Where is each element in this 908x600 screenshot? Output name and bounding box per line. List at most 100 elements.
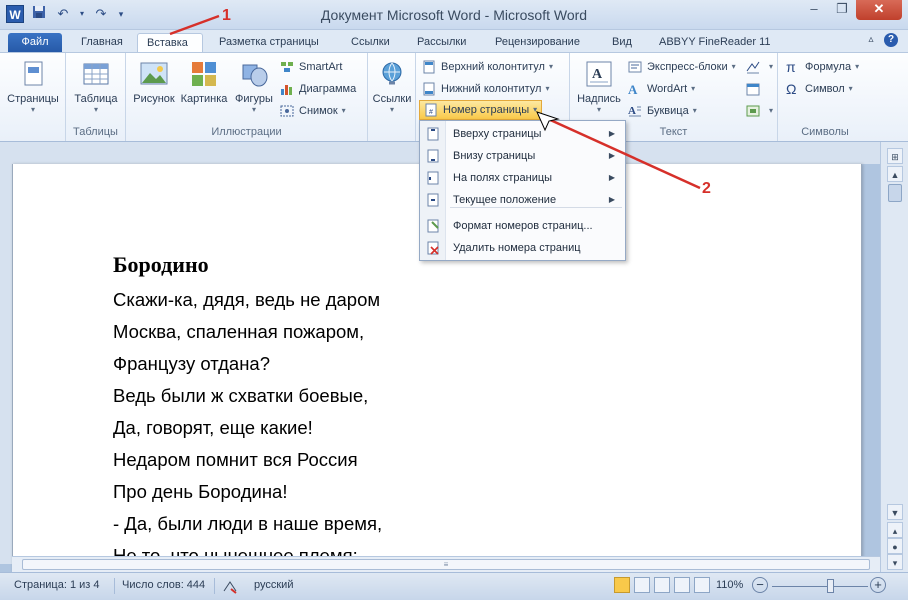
- svg-text:A: A: [628, 82, 638, 96]
- tab-review[interactable]: Рецензирование: [486, 33, 589, 52]
- outline-view-icon[interactable]: [674, 577, 690, 593]
- wordart-icon: A: [628, 82, 642, 97]
- menu-item-remove-page-numbers[interactable]: Удалить номера страниц: [420, 237, 625, 259]
- tab-mailings[interactable]: Рассылки: [408, 33, 475, 52]
- language-indicator[interactable]: русский: [254, 579, 293, 591]
- smartart-button[interactable]: SmartArt: [280, 57, 342, 77]
- quickparts-label: Экспресс-блоки: [647, 61, 728, 73]
- tab-file[interactable]: Файл: [8, 33, 62, 52]
- chevron-down-icon: ▾: [769, 106, 774, 115]
- menu-item-label: На полях страницы: [453, 172, 553, 184]
- pages-icon: [18, 59, 48, 89]
- word-count[interactable]: Число слов: 444: [122, 579, 205, 591]
- chart-label: Диаграмма: [299, 83, 357, 95]
- text-line: Ведь были ж схватки боевые,: [113, 385, 369, 406]
- horizontal-scroll-thumb[interactable]: ≡: [22, 559, 870, 570]
- globe-link-icon: [377, 59, 407, 89]
- chevron-down-icon: ▾: [533, 105, 538, 114]
- signature-line-button[interactable]: ▾: [746, 57, 773, 77]
- zoom-in-icon[interactable]: +: [870, 577, 886, 593]
- draft-view-icon[interactable]: [694, 577, 710, 593]
- minimize-ribbon-icon[interactable]: ▵: [864, 33, 878, 47]
- chevron-down-icon: ▾: [389, 105, 394, 114]
- close-button[interactable]: ✕: [856, 0, 902, 20]
- page-number-button[interactable]: # Номер страницы ▾: [419, 100, 543, 120]
- menu-item-format-page-numbers[interactable]: Формат номеров страниц...: [420, 215, 625, 237]
- picture-button[interactable]: Рисунок: [130, 59, 178, 105]
- dropcap-label: Буквица: [647, 105, 689, 117]
- page-count[interactable]: Страница: 1 из 4: [14, 579, 100, 591]
- web-layout-view-icon[interactable]: [654, 577, 670, 593]
- clipart-label: Картинка: [180, 93, 228, 105]
- chart-button[interactable]: Диаграмма: [280, 79, 356, 99]
- chevron-down-icon: ▾: [545, 84, 550, 93]
- menu-item-bottom-of-page[interactable]: Внизу страницы ▶: [420, 145, 625, 167]
- omega-icon: Ω: [786, 81, 797, 97]
- zoom-out-icon[interactable]: −: [752, 577, 768, 593]
- restore-button[interactable]: ❐: [828, 0, 856, 20]
- symbol-button[interactable]: Ω Символ ▾: [786, 79, 853, 99]
- print-layout-view-icon[interactable]: [614, 577, 630, 593]
- pages-button[interactable]: Страницы ▾: [4, 59, 62, 114]
- submenu-arrow-icon: ▶: [608, 173, 615, 182]
- table-button[interactable]: Таблица ▾: [68, 59, 124, 114]
- zoom-slider[interactable]: [772, 586, 868, 587]
- zoom-level[interactable]: 110%: [716, 579, 743, 591]
- tab-insert[interactable]: Вставка: [137, 33, 203, 52]
- help-icon[interactable]: ?: [884, 33, 898, 47]
- footer-button[interactable]: Нижний колонтитул ▾: [422, 79, 549, 99]
- minimize-button[interactable]: –: [800, 0, 828, 20]
- menu-item-top-of-page[interactable]: Вверху страницы ▶: [420, 123, 625, 145]
- horizontal-scrollbar[interactable]: ≡: [12, 556, 880, 572]
- tab-home[interactable]: Главная: [72, 33, 132, 52]
- pages-label: Страницы: [7, 93, 59, 105]
- remove-page-numbers-icon: [426, 241, 440, 255]
- quickparts-button[interactable]: Экспресс-блоки ▾: [628, 57, 736, 77]
- smartart-label: SmartArt: [299, 61, 343, 73]
- text-line: Скажи-ка, дядя, ведь не даром: [113, 284, 382, 316]
- previous-page-icon[interactable]: ▴: [887, 522, 903, 538]
- equation-button[interactable]: π Формула ▾: [786, 57, 859, 77]
- divider: [214, 578, 215, 594]
- links-label: Ссылки: [372, 93, 412, 105]
- spellcheck-icon[interactable]: [222, 579, 240, 598]
- header-button[interactable]: Верхний колонтитул ▾: [422, 57, 553, 77]
- object-button[interactable]: ▾: [746, 101, 773, 121]
- annotation-number-1: 1: [222, 7, 231, 24]
- shapes-button[interactable]: Фигуры ▾: [230, 59, 278, 114]
- full-screen-view-icon[interactable]: [634, 577, 650, 593]
- datetime-button[interactable]: [746, 79, 765, 99]
- browse-object-icon[interactable]: ●: [887, 538, 903, 554]
- tab-abbyy[interactable]: ABBYY FineReader 11: [650, 33, 780, 52]
- window-title: Документ Microsoft Word - Microsoft Word: [320, 7, 588, 23]
- page-number-label: Номер страницы: [443, 104, 530, 116]
- clipart-button[interactable]: Картинка: [178, 59, 230, 105]
- svg-text:A: A: [628, 105, 636, 117]
- tab-page-layout[interactable]: Разметка страницы: [210, 33, 328, 52]
- tab-view[interactable]: Вид: [603, 33, 641, 52]
- group-label-symbols: Символы: [801, 126, 849, 138]
- chevron-down-icon: ▾: [691, 84, 696, 93]
- header-label: Верхний колонтитул: [441, 61, 545, 73]
- divider: [114, 578, 115, 594]
- dropcap-button[interactable]: A Буквица ▾: [628, 101, 697, 121]
- calendar-icon: [746, 82, 760, 96]
- scroll-thumb[interactable]: [888, 184, 902, 202]
- menu-item-page-margins[interactable]: На полях страницы ▶: [420, 167, 625, 189]
- wordart-button[interactable]: A WordArt ▾: [628, 79, 695, 99]
- next-page-icon[interactable]: ▾: [887, 554, 903, 570]
- screenshot-button[interactable]: Снимок ▾: [280, 101, 346, 121]
- links-button[interactable]: Ссылки ▾: [370, 59, 414, 114]
- ruler-toggle-icon[interactable]: ⊞: [887, 148, 903, 164]
- scroll-up-icon[interactable]: ▲: [887, 166, 903, 182]
- textbox-icon: A: [584, 59, 614, 89]
- page-number-menu: Вверху страницы ▶ Внизу страницы ▶ На по…: [419, 120, 626, 261]
- scroll-down-icon[interactable]: ▼: [887, 504, 903, 520]
- picture-label: Рисунок: [133, 93, 175, 105]
- chevron-down-icon: ▾: [855, 62, 860, 71]
- vertical-scrollbar[interactable]: ⊞ ▲ ▼ ▴ ● ▾: [880, 142, 908, 572]
- tab-references[interactable]: Ссылки: [342, 33, 399, 52]
- textbox-button[interactable]: A Надпись ▾: [574, 59, 624, 114]
- text-line: Москва, спаленная пожаром,: [113, 321, 365, 342]
- zoom-slider-thumb[interactable]: [826, 579, 834, 593]
